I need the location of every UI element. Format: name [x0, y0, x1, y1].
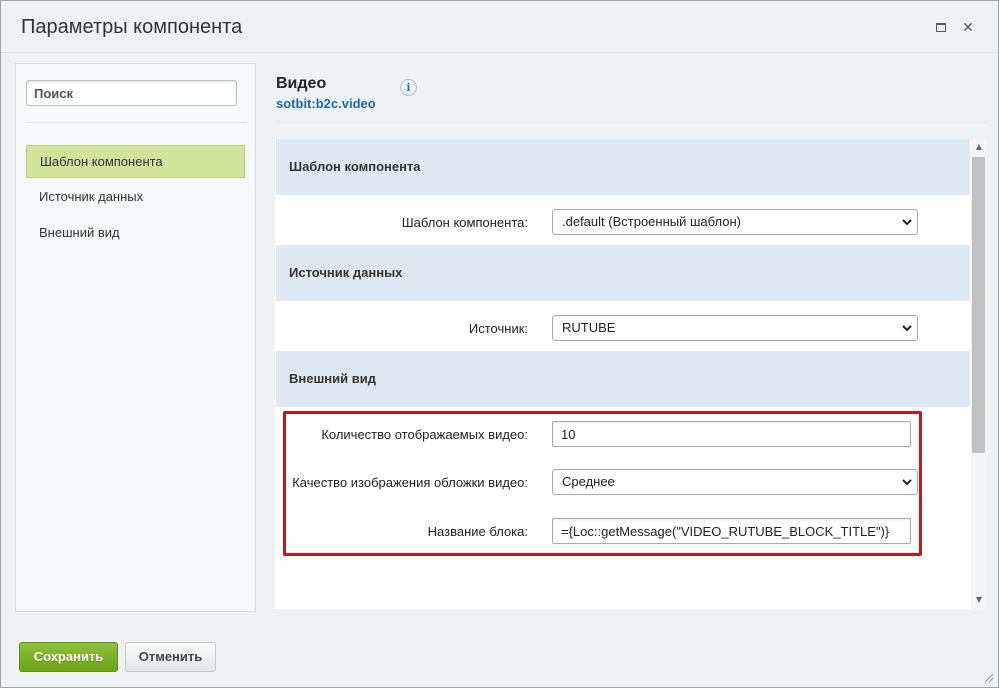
- block-title-input[interactable]: [552, 518, 911, 544]
- component-parameters-dialog: Параметры компонента ✕ Шаблон компонента…: [0, 0, 999, 688]
- section-template: Шаблон компонента: [276, 139, 970, 195]
- cover-quality-value: Среднее: [562, 474, 615, 489]
- resize-grip-icon[interactable]: [982, 671, 994, 683]
- panel-scrollbar[interactable]: ▲ ▼: [971, 139, 987, 609]
- dialog-titlebar[interactable]: Параметры компонента ✕: [1, 1, 998, 53]
- close-icon[interactable]: ✕: [960, 20, 976, 36]
- scroll-up-icon[interactable]: ▲: [974, 142, 984, 152]
- source-select[interactable]: RUTUBE: [552, 315, 918, 341]
- video-count-label: Количество отображаемых видео:: [321, 427, 528, 442]
- sidebar-divider: [26, 122, 247, 123]
- info-icon[interactable]: i: [400, 79, 417, 96]
- cover-quality-label: Качество изображения обложки видео:: [292, 475, 528, 490]
- cover-quality-select[interactable]: Среднее: [552, 469, 918, 495]
- chevron-down-icon: [902, 479, 912, 486]
- section-title: Внешний вид: [289, 371, 376, 386]
- sidebar-item-template[interactable]: Шаблон компонента: [26, 145, 245, 178]
- section-title: Источник данных: [289, 265, 403, 280]
- chevron-down-icon: [902, 219, 912, 226]
- section-appearance: Внешний вид: [276, 351, 970, 407]
- main-content: Видео sotbit:b2c.video i Шаблон компонен…: [275, 63, 987, 612]
- sidebar: Шаблон компонента Источник данных Внешни…: [15, 63, 256, 612]
- scroll-thumb[interactable]: [972, 157, 985, 453]
- scroll-down-icon[interactable]: ▼: [974, 595, 984, 605]
- sidebar-item-appearance[interactable]: Внешний вид: [26, 217, 245, 250]
- section-title: Шаблон компонента: [289, 159, 421, 174]
- video-count-input[interactable]: [552, 421, 911, 447]
- section-data-source: Источник данных: [276, 245, 970, 301]
- component-code: sotbit:b2c.video: [276, 96, 376, 111]
- template-select-value: .default (Встроенный шаблон): [562, 214, 741, 229]
- block-title-label: Название блока:: [427, 524, 528, 539]
- source-field-label: Источник:: [468, 321, 528, 336]
- parameters-panel: Шаблон компонента Шаблон компонента: .de…: [275, 139, 973, 609]
- dialog-footer: Сохранить Отменить: [1, 625, 998, 687]
- template-field-label: Шаблон компонента:: [401, 215, 528, 230]
- header-divider: [275, 122, 987, 123]
- source-select-value: RUTUBE: [562, 320, 616, 335]
- search-input[interactable]: [26, 80, 237, 106]
- save-button[interactable]: Сохранить: [19, 642, 118, 672]
- component-title: Видео: [276, 75, 327, 92]
- dialog-title: Параметры компонента: [21, 16, 243, 38]
- sidebar-item-data-source[interactable]: Источник данных: [26, 181, 245, 214]
- cancel-button[interactable]: Отменить: [125, 642, 216, 672]
- template-select[interactable]: .default (Встроенный шаблон): [552, 209, 918, 235]
- chevron-down-icon: [902, 325, 912, 332]
- maximize-icon[interactable]: [933, 20, 949, 36]
